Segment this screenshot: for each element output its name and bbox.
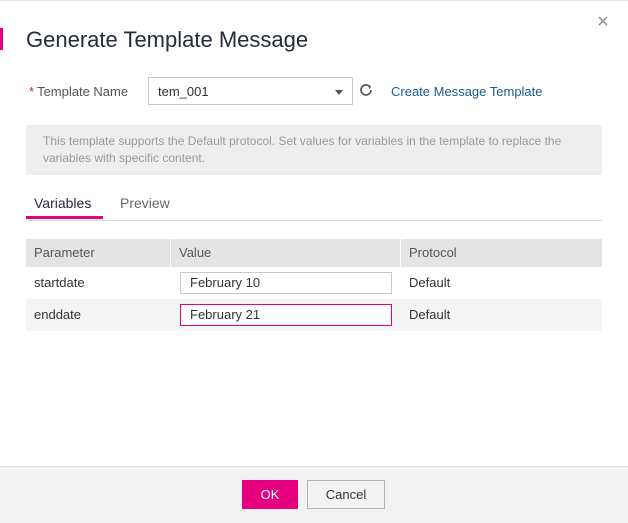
title-accent-bar bbox=[0, 28, 3, 50]
table-header: Parameter Value Protocol bbox=[26, 239, 602, 267]
parameter-cell: enddate bbox=[34, 307, 81, 322]
table-row: enddate February 21 Default bbox=[26, 299, 602, 331]
create-message-template-link[interactable]: Create Message Template bbox=[391, 84, 543, 99]
active-tab-indicator bbox=[26, 216, 103, 219]
header-parameter: Parameter bbox=[26, 239, 171, 267]
refresh-icon[interactable] bbox=[358, 82, 374, 98]
variables-table: Parameter Value Protocol startdate Febru… bbox=[26, 239, 602, 331]
protocol-cell: Default bbox=[409, 275, 451, 290]
value-input[interactable]: February 10 bbox=[180, 272, 392, 294]
tab-variables[interactable]: Variables bbox=[34, 195, 91, 211]
ok-button[interactable]: OK bbox=[242, 480, 298, 509]
header-value: Value bbox=[171, 239, 401, 267]
dialog-title: Generate Template Message bbox=[26, 27, 309, 52]
value-input[interactable]: February 21 bbox=[180, 304, 392, 326]
table-row: startdate February 10 Default bbox=[26, 267, 602, 299]
tab-preview[interactable]: Preview bbox=[120, 195, 170, 211]
header-protocol: Protocol bbox=[409, 245, 457, 260]
template-name-select[interactable]: tem_001 bbox=[148, 77, 353, 105]
info-banner: This template supports the Default proto… bbox=[26, 125, 602, 175]
required-marker: * bbox=[29, 84, 35, 99]
cancel-button[interactable]: Cancel bbox=[307, 480, 385, 509]
dialog-footer: OK Cancel bbox=[0, 466, 628, 523]
close-icon[interactable] bbox=[596, 14, 610, 28]
template-name-label-text: Template Name bbox=[37, 84, 129, 99]
protocol-cell: Default bbox=[409, 307, 451, 322]
tab-bar: Variables Preview bbox=[26, 191, 602, 221]
generate-template-dialog: Generate Template Message * Template Name… bbox=[0, 0, 628, 523]
parameter-cell: startdate bbox=[34, 275, 85, 290]
template-name-label: * Template Name bbox=[29, 84, 128, 99]
chevron-down-icon bbox=[335, 90, 343, 95]
template-name-value: tem_001 bbox=[158, 84, 209, 99]
